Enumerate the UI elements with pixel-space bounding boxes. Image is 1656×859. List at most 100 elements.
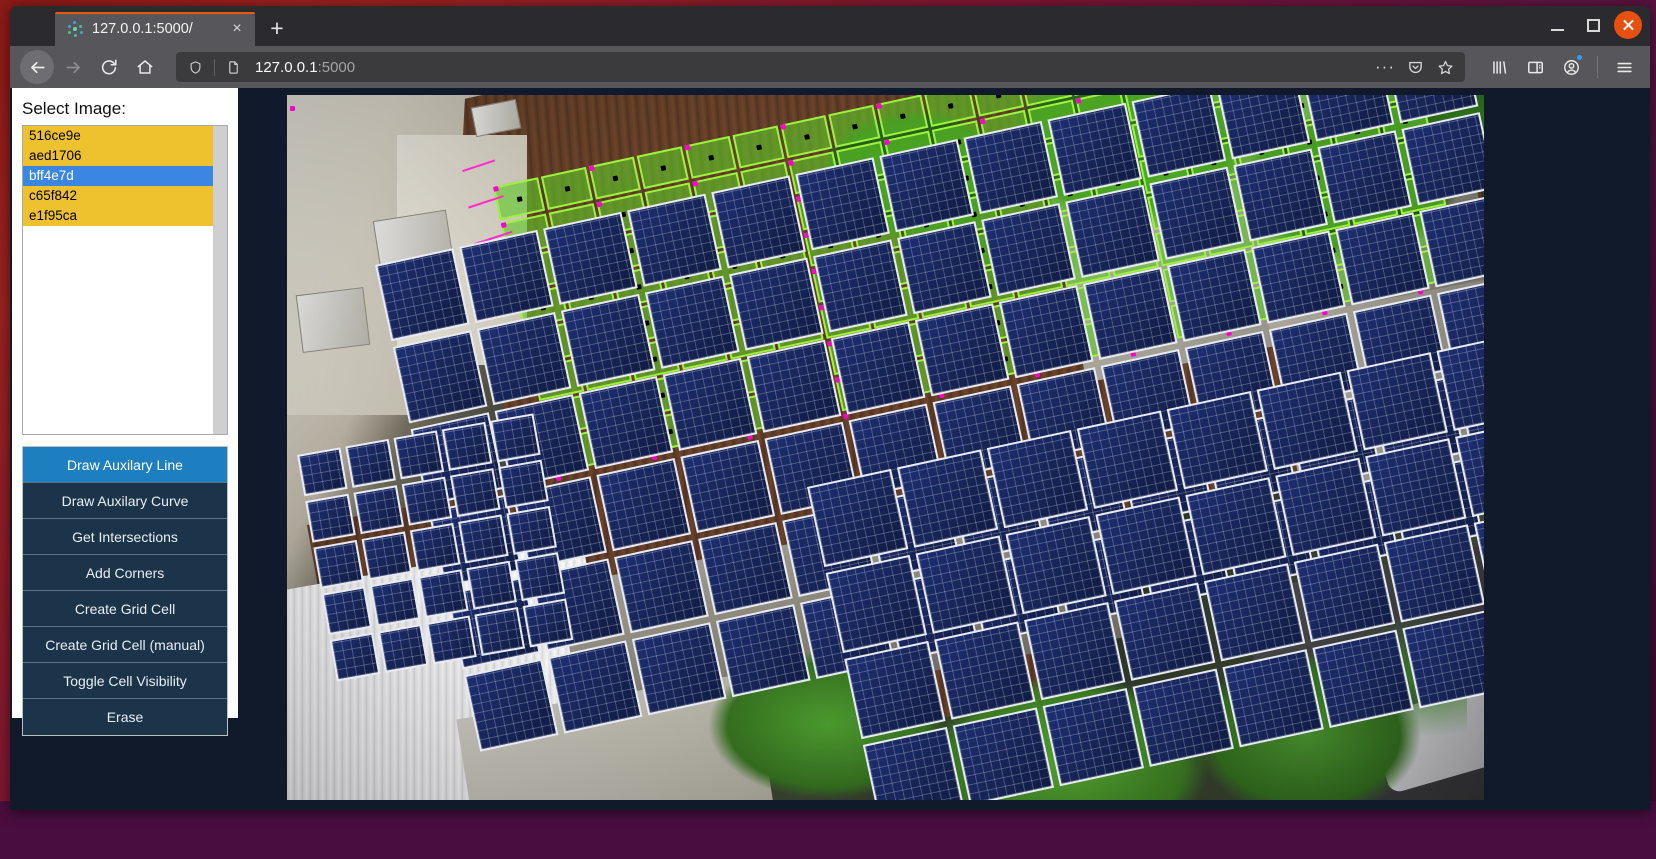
library-icon[interactable] bbox=[1483, 51, 1515, 83]
more-actions-icon[interactable]: ··· bbox=[1371, 53, 1399, 81]
solar-panel bbox=[353, 485, 405, 535]
list-item[interactable]: bff4e7d bbox=[23, 166, 213, 186]
solar-panel bbox=[547, 640, 643, 734]
solar-panel bbox=[711, 175, 806, 269]
annotation-canvas[interactable] bbox=[287, 95, 1484, 800]
control-panel: Select Image: 516ce9e aed1706 bff4e7d c65f8… bbox=[12, 88, 238, 736]
toolbar-divider bbox=[1597, 56, 1598, 78]
solar-panel bbox=[746, 339, 842, 433]
corner-marker bbox=[493, 185, 499, 192]
tool-button-toggle-cell-visibility[interactable]: Toggle Cell Visibility bbox=[23, 663, 227, 699]
solar-panel bbox=[506, 505, 557, 555]
back-icon[interactable] bbox=[20, 50, 54, 84]
browser-window: 127.0.0.1:5000/ × + 127.0.0.1:5000 ··· S… bbox=[10, 6, 1650, 810]
solar-panel bbox=[449, 468, 501, 518]
solar-panel bbox=[998, 285, 1094, 379]
solar-panel bbox=[1251, 230, 1346, 324]
grid-cell bbox=[684, 135, 737, 179]
list-item[interactable]: 516ce9e bbox=[23, 126, 213, 146]
tab-strip: 127.0.0.1:5000/ × + bbox=[10, 6, 1650, 46]
solar-panel bbox=[934, 621, 1036, 720]
tool-button-get-intersections[interactable]: Get Intersections bbox=[23, 519, 227, 555]
solar-panel bbox=[441, 421, 493, 471]
window-controls bbox=[1542, 10, 1642, 40]
corner-marker bbox=[596, 201, 603, 208]
account-icon[interactable] bbox=[1555, 51, 1587, 83]
panel-title: Select Image: bbox=[22, 99, 126, 118]
solar-panel bbox=[1047, 102, 1143, 196]
forward-icon[interactable] bbox=[56, 50, 90, 84]
solar-panel bbox=[644, 275, 740, 369]
url-port: :5000 bbox=[317, 58, 356, 76]
solar-panel bbox=[392, 330, 488, 424]
solar-panel bbox=[474, 606, 526, 656]
solar-panel bbox=[401, 476, 453, 526]
star-icon[interactable] bbox=[1431, 53, 1459, 81]
solar-panel bbox=[795, 157, 890, 251]
toolbar-right bbox=[1477, 51, 1640, 83]
tool-button-add-corners[interactable]: Add Corners bbox=[23, 555, 227, 591]
url-input[interactable]: 127.0.0.1:5000 bbox=[249, 59, 1367, 76]
loading-dots-icon bbox=[67, 21, 83, 37]
url-actions: ··· bbox=[1371, 53, 1459, 81]
solar-panel bbox=[522, 598, 574, 648]
listbox-scrollbar[interactable] bbox=[213, 126, 227, 434]
tool-button-draw-auxilary-curve[interactable]: Draw Auxilary Curve bbox=[23, 483, 227, 519]
solar-panel bbox=[715, 604, 811, 698]
corner-marker bbox=[883, 139, 890, 146]
new-tab-button[interactable]: + bbox=[261, 14, 293, 46]
solar-panel bbox=[1042, 687, 1145, 787]
close-window-button[interactable] bbox=[1614, 11, 1642, 39]
solar-panel bbox=[345, 438, 396, 488]
solar-panel bbox=[361, 531, 413, 581]
grid-cell bbox=[493, 177, 546, 221]
url-host: 127.0.0.1 bbox=[255, 58, 318, 76]
solar-panel bbox=[1082, 266, 1178, 361]
image-listbox[interactable]: 516ce9e aed1706 bff4e7d c65f842 e1f95ca bbox=[22, 125, 228, 435]
solar-panel bbox=[813, 239, 908, 333]
solar-panel bbox=[914, 303, 1010, 397]
grid-cell bbox=[636, 146, 689, 190]
hamburger-menu-icon[interactable] bbox=[1608, 51, 1640, 83]
list-item[interactable]: aed1706 bbox=[23, 146, 213, 166]
solar-panel bbox=[426, 615, 477, 665]
tool-button-create-grid-cell[interactable]: Create Grid Cell bbox=[23, 591, 227, 627]
solar-panel bbox=[1167, 248, 1262, 342]
solar-panel bbox=[514, 552, 566, 602]
solar-panel bbox=[698, 521, 793, 616]
tool-button-create-grid-cell-manual[interactable]: Create Grid Cell (manual) bbox=[23, 627, 227, 663]
solar-panel bbox=[459, 229, 554, 324]
minimize-button[interactable] bbox=[1542, 10, 1572, 40]
browser-tab[interactable]: 127.0.0.1:5000/ × bbox=[55, 12, 255, 46]
notification-dot bbox=[1576, 54, 1583, 61]
tool-button-group: Draw Auxilary Line Draw Auxilary Curve Get… bbox=[22, 446, 228, 736]
solar-panel bbox=[377, 623, 429, 673]
solar-panel bbox=[981, 202, 1076, 297]
reload-icon[interactable] bbox=[92, 50, 126, 84]
list-item[interactable]: c65f842 bbox=[23, 186, 213, 206]
solar-panel bbox=[879, 139, 975, 233]
solar-panel bbox=[463, 658, 559, 752]
shield-icon[interactable] bbox=[182, 54, 208, 80]
corner-marker bbox=[692, 180, 699, 187]
page-viewport: Select Image: 516ce9e aed1706 bff4e7d c65f8… bbox=[10, 88, 1650, 810]
tool-button-erase[interactable]: Erase bbox=[23, 699, 227, 735]
page-icon[interactable] bbox=[221, 54, 245, 80]
solar-panel bbox=[1149, 166, 1244, 260]
corner-marker bbox=[979, 118, 986, 125]
corner-marker bbox=[788, 159, 795, 166]
sidebar-icon[interactable] bbox=[1519, 51, 1551, 83]
solar-panel bbox=[728, 257, 824, 351]
url-bar[interactable]: 127.0.0.1:5000 ··· bbox=[176, 52, 1465, 82]
solar-panel bbox=[1402, 610, 1484, 709]
pocket-icon[interactable] bbox=[1401, 53, 1429, 81]
close-icon[interactable]: × bbox=[227, 19, 247, 39]
home-icon[interactable] bbox=[128, 50, 162, 84]
tool-button-draw-auxilary-line[interactable]: Draw Auxilary Line bbox=[23, 447, 227, 483]
solar-panel bbox=[830, 321, 926, 415]
maximize-button[interactable] bbox=[1578, 10, 1608, 40]
list-item[interactable]: e1f95ca bbox=[23, 206, 213, 226]
solar-panel bbox=[498, 459, 549, 509]
corner-marker bbox=[684, 144, 691, 151]
solar-panel bbox=[844, 640, 946, 740]
